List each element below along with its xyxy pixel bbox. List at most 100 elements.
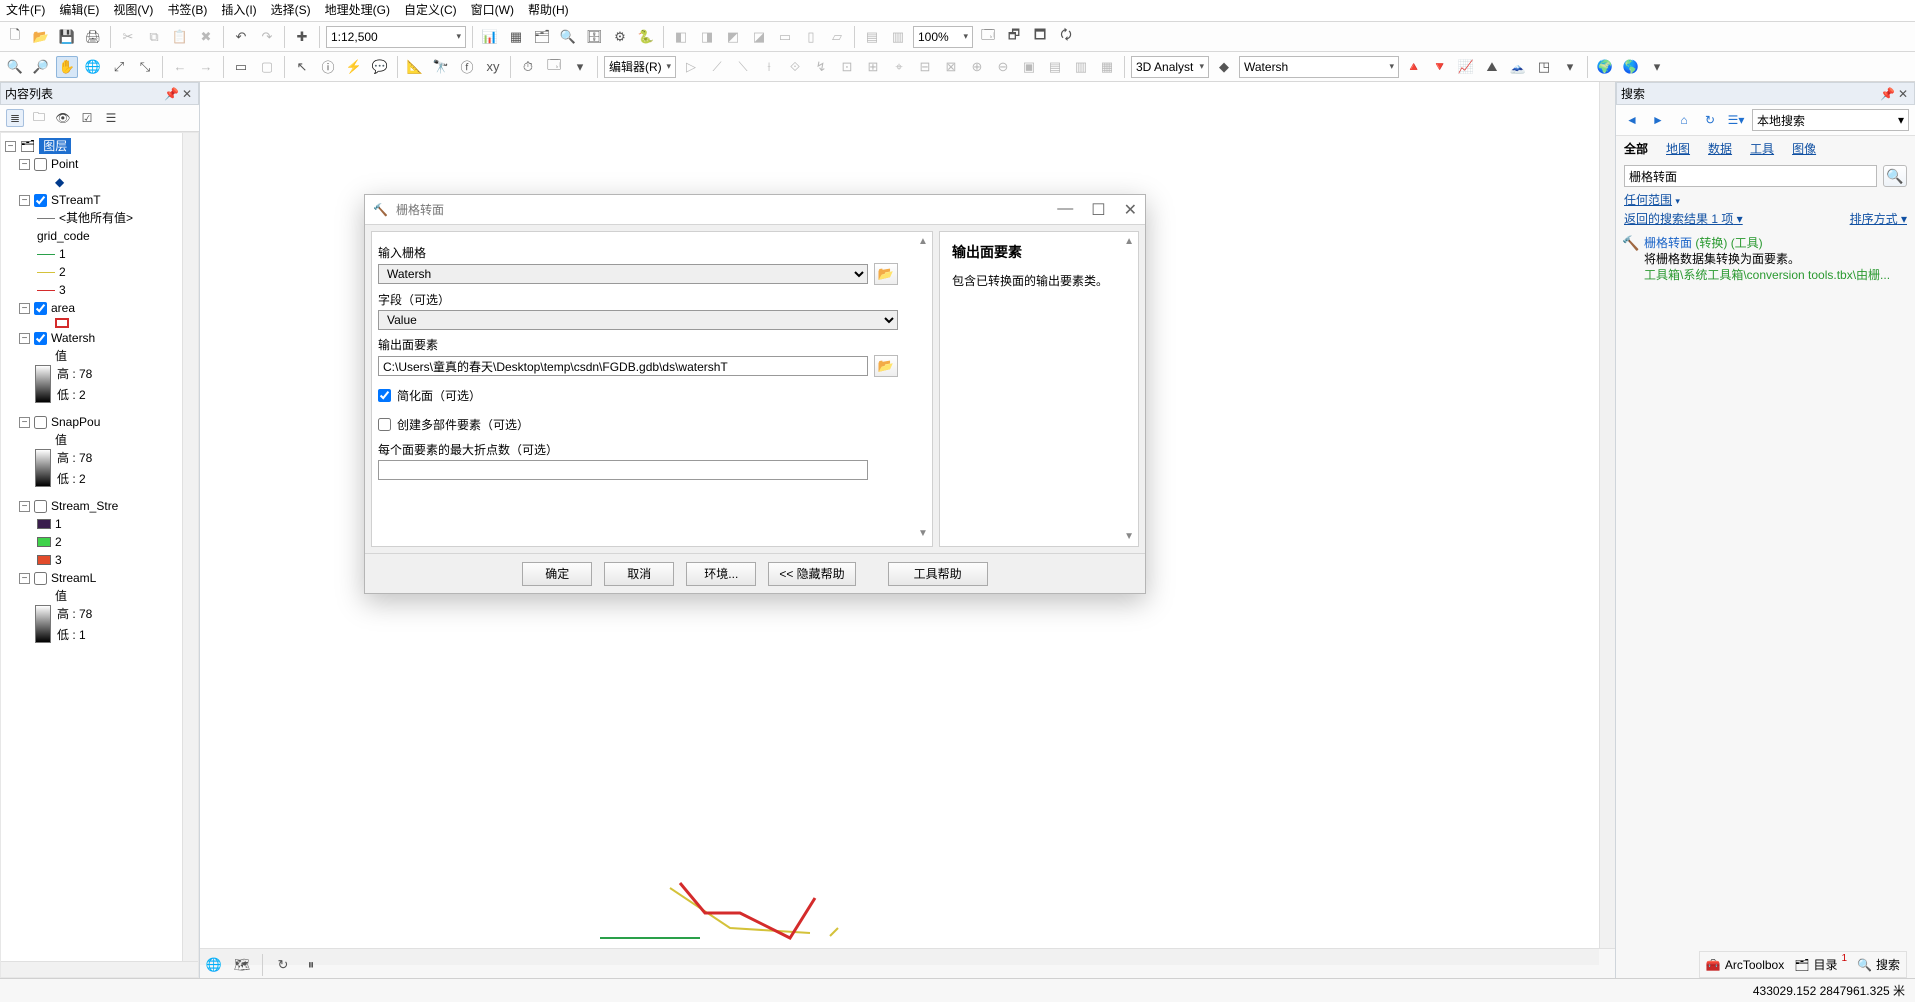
search-fwd-icon[interactable]: ► (1648, 110, 1668, 130)
time-slider-icon[interactable]: ⏱ (517, 56, 539, 78)
clear-selection-icon[interactable]: ▢ (256, 56, 278, 78)
an-t1-icon[interactable]: 🔺 (1403, 56, 1425, 78)
measure-icon[interactable]: 📐 (404, 56, 426, 78)
save-icon[interactable]: 💾 (56, 26, 78, 48)
tab-catalog[interactable]: 🗂 目录1 (1794, 956, 1847, 973)
menu-select[interactable]: 选择(S) (271, 1, 311, 18)
search-window-icon[interactable]: 🔍 (557, 26, 579, 48)
cat-tool[interactable]: 工具 (1750, 140, 1774, 157)
cb-watersh[interactable] (34, 332, 47, 345)
dialog-close-icon[interactable]: ✕ (1124, 200, 1137, 220)
ed-tool3-icon[interactable]: ⟍ (732, 56, 754, 78)
an-t5-icon[interactable]: 🗻 (1507, 56, 1529, 78)
analyst-menu[interactable]: 3D Analyst▾ (1131, 56, 1209, 78)
select-elements-icon[interactable]: ↖ (291, 56, 313, 78)
search-result-1[interactable]: 🔨 栅格转面 (转换) (工具) 将栅格数据集转换为面要素。 工具箱\系统工具箱… (1616, 229, 1915, 285)
toc-pin-icon[interactable]: 📌 (164, 87, 178, 101)
form-scroll-up-icon[interactable]: ▲ (916, 236, 930, 250)
toggle-snappou[interactable]: − (19, 417, 30, 428)
output-path-input[interactable] (378, 356, 868, 376)
dialog-titlebar[interactable]: 🔨 栅格转面 — ☐ ✕ (365, 195, 1145, 225)
add-data-icon[interactable]: ✚ (291, 26, 313, 48)
tb-a7-icon[interactable]: ▱ (826, 26, 848, 48)
pan-icon[interactable]: ✋ (56, 56, 78, 78)
menu-customize[interactable]: 自定义(C) (404, 1, 457, 18)
fixed-zoom-out-icon[interactable]: ⤡ (134, 56, 156, 78)
cat-all[interactable]: 全部 (1624, 140, 1648, 157)
prev-extent-icon[interactable]: ← (169, 56, 191, 78)
ed-tool10-icon[interactable]: ⊟ (914, 56, 936, 78)
search-source-combo[interactable]: 本地搜索▾ (1752, 109, 1909, 131)
dialog-max-icon[interactable]: ☐ (1091, 200, 1105, 220)
cut-icon[interactable]: ✂ (117, 26, 139, 48)
toc-list-by-drawing-icon[interactable]: ≣ (6, 109, 24, 127)
toc-options-icon[interactable]: ☰ (102, 109, 120, 127)
layer-streaml[interactable]: StreamL (51, 570, 96, 586)
tb-a1-icon[interactable]: ◧ (670, 26, 692, 48)
cat-img[interactable]: 图像 (1792, 140, 1816, 157)
toc-close-icon[interactable]: ✕ (180, 87, 194, 101)
hyperlink-icon[interactable]: ⚡ (343, 56, 365, 78)
ed-tool6-icon[interactable]: ↯ (810, 56, 832, 78)
table-window-icon[interactable]: ▦ (505, 26, 527, 48)
an-t2-icon[interactable]: 🔻 (1429, 56, 1451, 78)
menu-help[interactable]: 帮助(H) (528, 1, 569, 18)
print-icon[interactable]: 🖨 (82, 26, 104, 48)
tb-a6-icon[interactable]: ▯ (800, 26, 822, 48)
menu-bookmark[interactable]: 书签(B) (167, 1, 207, 18)
fixed-zoom-in-icon[interactable]: ⤢ (108, 56, 130, 78)
editing-toolbar-icon[interactable]: 📊 (479, 26, 501, 48)
an-t7-icon[interactable]: ▾ (1559, 56, 1581, 78)
ok-button[interactable]: 确定 (522, 562, 592, 586)
dialog-min-icon[interactable]: — (1057, 200, 1073, 220)
ed-tool4-icon[interactable]: ⟊ (758, 56, 780, 78)
toggle-streamstre[interactable]: − (19, 501, 30, 512)
menu-insert[interactable]: 插入(I) (221, 1, 256, 18)
an-t9-icon[interactable]: 🌎 (1620, 56, 1642, 78)
viewer-dd-icon[interactable]: ▾ (569, 56, 591, 78)
tb-b2-icon[interactable]: ▥ (887, 26, 909, 48)
an-t8-icon[interactable]: 🌍 (1594, 56, 1616, 78)
search-sort[interactable]: 排序方式 ▾ (1850, 210, 1907, 227)
chk-simplify[interactable] (378, 389, 391, 402)
go-to-xy-icon[interactable]: xy (482, 56, 504, 78)
data-view-icon[interactable]: 🌐 (204, 955, 224, 975)
hide-help-button[interactable]: << 隐藏帮助 (768, 562, 855, 586)
cancel-button[interactable]: 取消 (604, 562, 674, 586)
search-pin-icon[interactable]: 📌 (1880, 87, 1894, 101)
cb-streamt[interactable] (34, 194, 47, 207)
zoom-pct-combo[interactable]: 100%▾ (913, 26, 973, 48)
ed-tool14-icon[interactable]: ▣ (1018, 56, 1040, 78)
layer-watersh[interactable]: Watersh (51, 330, 95, 346)
ed-tool8-icon[interactable]: ⊞ (862, 56, 884, 78)
scale-combo[interactable]: 1:12,500▾ (326, 26, 466, 48)
ed-tool7-icon[interactable]: ⊡ (836, 56, 858, 78)
ed-tool1-icon[interactable]: ▷ (680, 56, 702, 78)
tb-c3-icon[interactable]: 🗖 (1029, 26, 1051, 48)
map-canvas[interactable]: 🔨 栅格转面 — ☐ ✕ ▲ ▼ 输入栅格 (200, 82, 1599, 948)
ed-tool17-icon[interactable]: ▦ (1096, 56, 1118, 78)
cat-data[interactable]: 数据 (1708, 140, 1732, 157)
layer-snappou[interactable]: SnapPou (51, 414, 100, 430)
browse-output-icon[interactable]: 📂 (874, 355, 898, 377)
help-scroll-up-icon[interactable]: ▲ (1124, 236, 1134, 247)
redo-icon[interactable]: ↷ (256, 26, 278, 48)
delete-icon[interactable]: ✖ (195, 26, 217, 48)
open-icon[interactable]: 📂 (30, 26, 52, 48)
toggle-point[interactable]: − (19, 159, 30, 170)
cat-map[interactable]: 地图 (1666, 140, 1690, 157)
model-builder-icon[interactable]: ⚙ (609, 26, 631, 48)
toggle-root[interactable]: − (5, 141, 16, 152)
an-t10-icon[interactable]: ▾ (1646, 56, 1668, 78)
an-t6-icon[interactable]: ◳ (1533, 56, 1555, 78)
search-scope[interactable]: 任何范围 (1624, 193, 1672, 207)
create-viewer-icon[interactable]: 🗔 (543, 56, 565, 78)
search-back-icon[interactable]: ◄ (1622, 110, 1642, 130)
pause-icon[interactable]: ⏸ (301, 955, 321, 975)
menu-edit[interactable]: 编辑(E) (59, 1, 99, 18)
full-extent-icon[interactable]: 🌐 (82, 56, 104, 78)
toc-vscroll[interactable] (182, 133, 198, 961)
ed-tool12-icon[interactable]: ⊕ (966, 56, 988, 78)
search-go-button[interactable]: 🔍 (1883, 165, 1907, 187)
browse-input-icon[interactable]: 📂 (874, 263, 898, 285)
